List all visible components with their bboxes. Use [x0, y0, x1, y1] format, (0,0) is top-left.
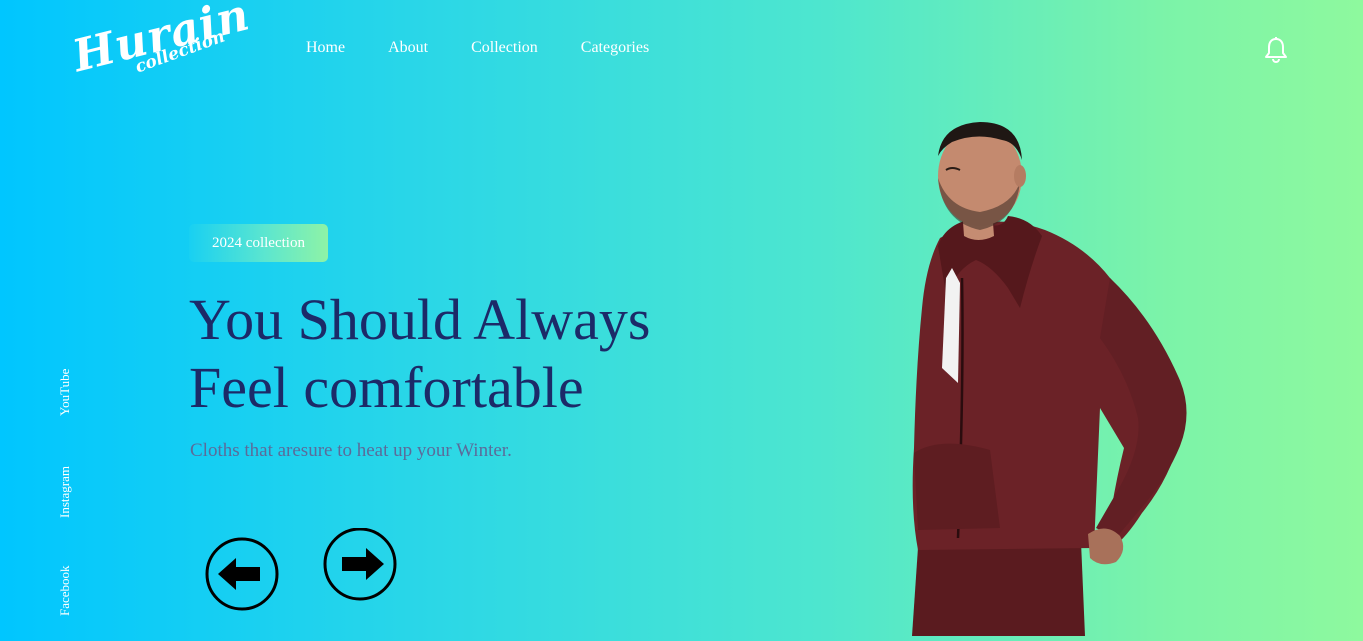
nav-about-link[interactable]: About — [388, 39, 428, 57]
social-facebook-link[interactable]: Facebook — [57, 565, 73, 616]
logo-main-text: Hurain — [67, 0, 255, 83]
notification-button[interactable] — [1263, 36, 1289, 64]
hero-subtitle: Cloths that aresure to heat up your Wint… — [190, 440, 512, 461]
hero-title-line-2: Feel comfortable — [189, 355, 584, 420]
next-slide-button[interactable] — [322, 527, 398, 604]
brand-logo[interactable]: Hurain collection — [68, 0, 255, 98]
arrow-right-icon — [323, 527, 397, 601]
hero-title: You Should Always Feel comfortable — [189, 286, 650, 422]
social-youtube-link[interactable]: YouTube — [57, 369, 73, 416]
main-nav: Home About Collection Categories — [306, 39, 692, 57]
hero-title-line-1: You Should Always — [189, 287, 651, 352]
collection-badge: 2024 collection — [189, 224, 328, 262]
social-instagram-link[interactable]: Instagram — [57, 466, 73, 518]
arrow-left-icon — [205, 537, 279, 611]
nav-categories-link[interactable]: Categories — [581, 39, 649, 57]
prev-slide-button[interactable] — [204, 536, 280, 612]
hero-model-image — [880, 118, 1210, 636]
nav-collection-link[interactable]: Collection — [471, 39, 538, 57]
bell-icon — [1265, 37, 1287, 64]
nav-home-link[interactable]: Home — [306, 39, 345, 57]
